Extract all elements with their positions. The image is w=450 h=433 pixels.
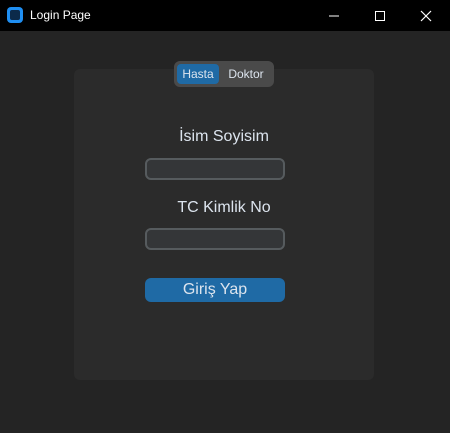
login-button[interactable]: Giriş Yap bbox=[145, 278, 285, 302]
name-input[interactable] bbox=[145, 158, 285, 180]
close-button[interactable] bbox=[403, 0, 449, 31]
name-label: İsim Soyisim bbox=[179, 128, 269, 145]
login-frame bbox=[74, 69, 374, 380]
minimize-icon bbox=[329, 15, 339, 16]
minimize-button[interactable] bbox=[311, 0, 357, 31]
window-title: Login Page bbox=[30, 8, 91, 22]
maximize-icon bbox=[375, 10, 385, 21]
close-icon bbox=[420, 10, 432, 21]
login-window: Login Page Hasta Doktor İsim Soyisim TC … bbox=[0, 0, 450, 433]
role-segmented-button: Hasta Doktor bbox=[174, 61, 274, 87]
title-bar: Login Page bbox=[0, 0, 450, 31]
tc-label: TC Kimlik No bbox=[177, 199, 271, 216]
maximize-button[interactable] bbox=[357, 0, 403, 31]
segment-hasta[interactable]: Hasta bbox=[177, 64, 219, 84]
segment-doktor[interactable]: Doktor bbox=[221, 64, 271, 84]
tc-input[interactable] bbox=[145, 228, 285, 250]
app-icon bbox=[7, 7, 23, 23]
